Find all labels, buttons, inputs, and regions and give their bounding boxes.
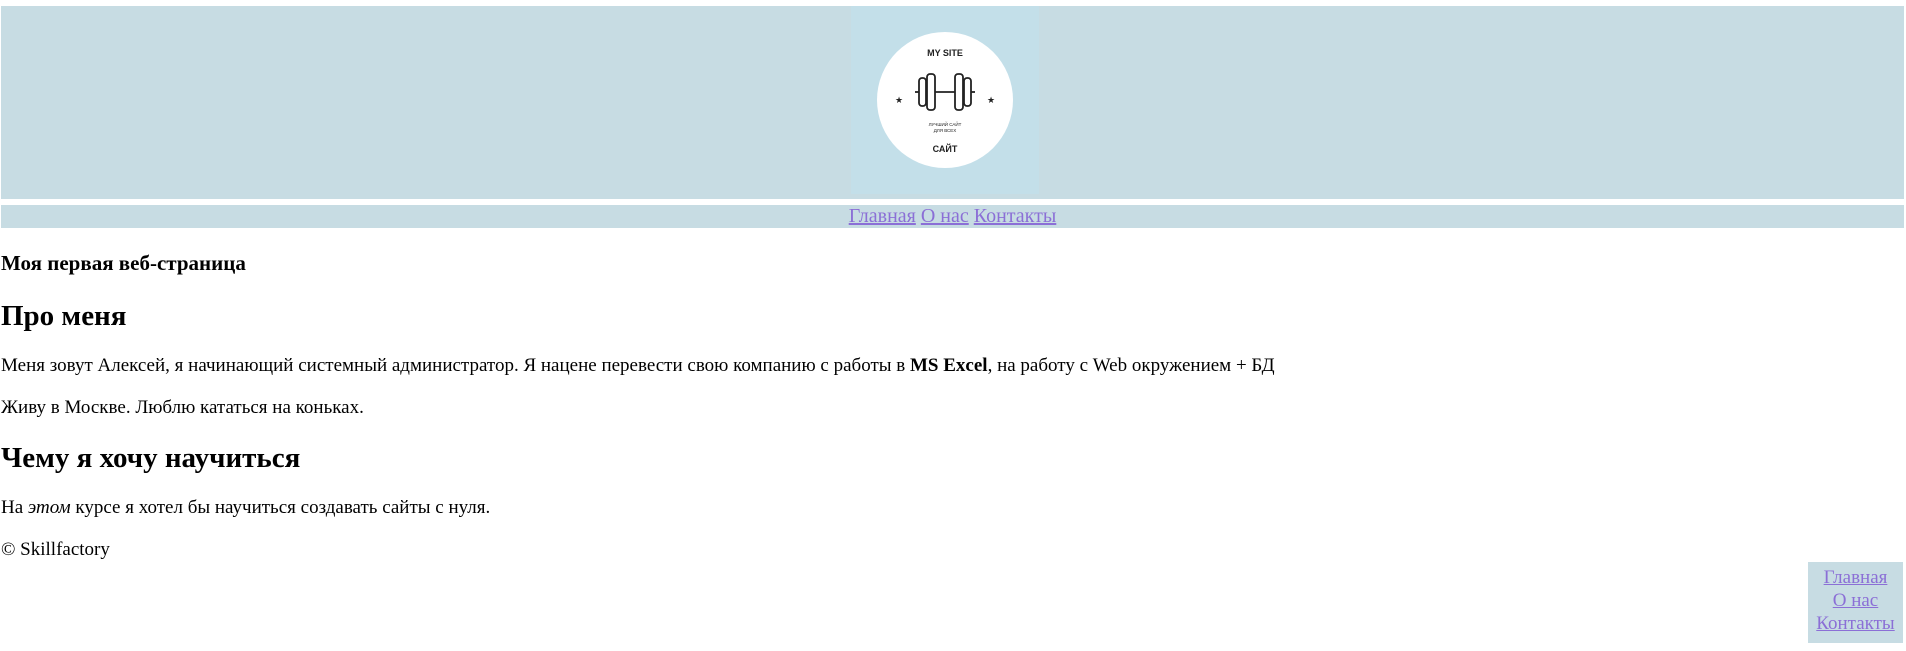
- nav-link-contacts[interactable]: Контакты: [974, 205, 1057, 227]
- learn-text-start: На: [1, 497, 28, 518]
- about-heading: Про меня: [1, 300, 127, 332]
- about-text-start: Меня зовут Алексей, я начинающий системн…: [1, 355, 910, 376]
- learn-text-italic: этом: [27, 497, 71, 518]
- logo-tagline-1: ЛУЧШИЙ САЙТ: [928, 120, 961, 127]
- about-paragraph-2: Живу в Москве. Люблю кататься на коньках…: [1, 397, 364, 418]
- site-logo: MY SITE ★ ★ ЛУЧШИЙ САЙТ ДЛЯ ВСЕХ САЙТ: [876, 32, 1013, 168]
- side-nav-link-home[interactable]: Главная: [1808, 566, 1903, 589]
- nav-link-home[interactable]: Главная: [849, 205, 916, 227]
- logo-star-left: ★: [894, 95, 902, 105]
- top-nav: Главная О нас Контакты: [1, 205, 1904, 228]
- logo-star-right: ★: [986, 95, 994, 105]
- logo-bottom-text: САЙТ: [932, 143, 957, 154]
- about-paragraph-1: Меня зовут Алексей, я начинающий системн…: [1, 355, 1904, 377]
- header: MY SITE ★ ★ ЛУЧШИЙ САЙТ ДЛЯ ВСЕХ САЙТ: [1, 6, 1904, 199]
- logo-tagline-2: ДЛЯ ВСЕХ: [933, 128, 956, 133]
- about-text-end: , на работу с Web окружением + БД: [987, 355, 1275, 376]
- footer-copyright: © Skillfactory: [1, 539, 110, 560]
- side-nav-link-contacts[interactable]: Контакты: [1808, 612, 1903, 635]
- side-nav: Главная О нас Контакты: [1808, 562, 1903, 643]
- logo-container: MY SITE ★ ★ ЛУЧШИЙ САЙТ ДЛЯ ВСЕХ САЙТ: [850, 6, 1039, 194]
- learn-paragraph: На этом курсе я хотел бы научиться созда…: [1, 497, 1904, 519]
- learn-heading: Чему я хочу научиться: [1, 442, 301, 474]
- page: MY SITE ★ ★ ЛУЧШИЙ САЙТ ДЛЯ ВСЕХ САЙТ Гл…: [1, 6, 1904, 561]
- nav-link-about[interactable]: О нас: [921, 205, 969, 227]
- logo-top-text: MY SITE: [927, 48, 963, 58]
- page-heading: Моя первая веб-страница: [1, 251, 246, 275]
- learn-text-end: курсе я хотел бы научиться создавать сай…: [70, 497, 491, 518]
- about-text-bold: MS Excel: [910, 355, 988, 376]
- side-nav-link-about[interactable]: О нас: [1808, 589, 1903, 612]
